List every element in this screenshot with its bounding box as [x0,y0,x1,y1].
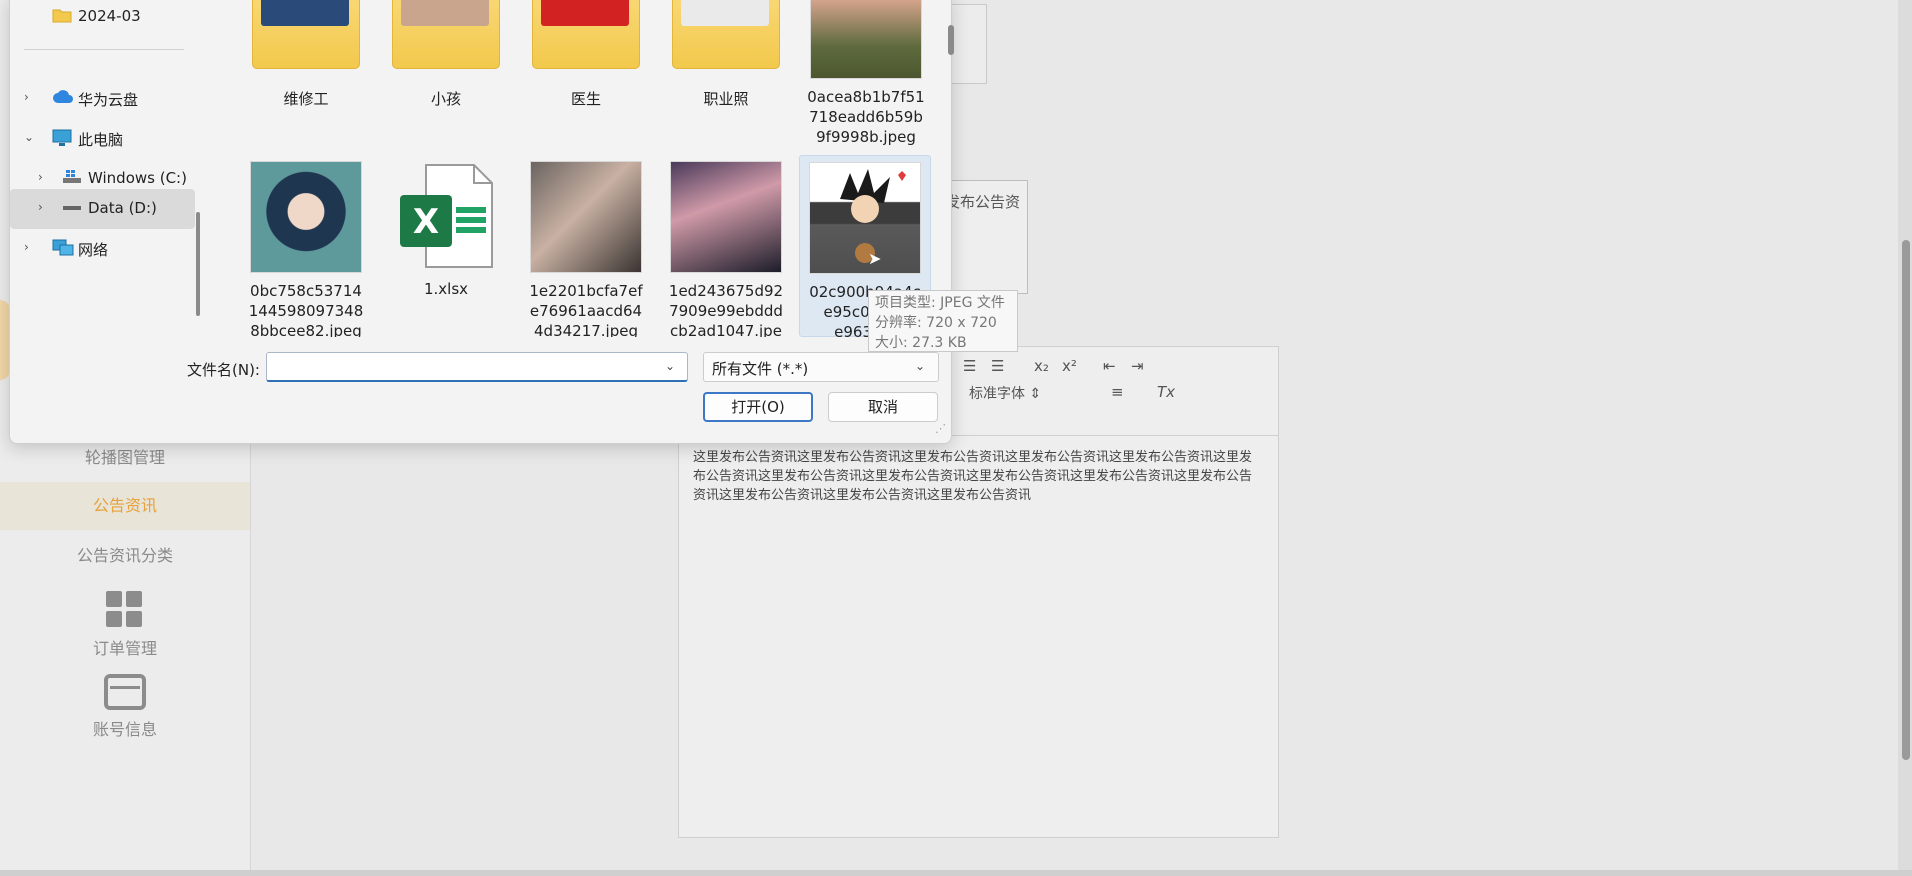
excel-file-item[interactable]: X 1.xlsx [381,161,511,299]
outdent-icon[interactable]: ⇤ [1103,357,1116,375]
filename-label: 文件名(N): [187,361,260,379]
file-info-tooltip: 项目类型: JPEG 文件 分辨率: 720 x 720 大小: 27.3 KB [868,290,1018,352]
file-name: 0bc758c537141445980973488bbcee82.jpeg [248,282,364,337]
mouse-cursor-icon: ➤ [868,249,882,268]
folder-item[interactable]: 医生 [521,0,651,109]
page-scrollbar-thumb[interactable] [1902,240,1910,760]
nav-divider [24,49,184,50]
editor-content[interactable]: 这里发布公告资讯这里发布公告资讯这里发布公告资讯这里发布公告资讯这里发布公告资讯… [679,436,1278,517]
tooltip-resolution: 分辨率: 720 x 720 [875,315,997,331]
file-type-filter-label: 所有文件 (*.*) [712,360,809,378]
cancel-button[interactable]: 取消 [828,392,938,422]
summary-text: 发布公告资 [945,193,1021,211]
resize-grip-icon[interactable]: ⋰ [935,422,946,435]
bottom-strip [0,870,1912,876]
card-icon [104,674,146,710]
sidebar-item-announcement-category[interactable]: 公告资讯分类 [0,542,250,570]
windows-drive-icon [62,169,82,187]
nav-item-huawei-cloud[interactable]: › 华为云盘 [10,79,195,119]
image-file-item[interactable]: 1ed243675d927909e99ebdddcb2ad1047.jpeg [661,161,791,337]
file-open-dialog: 2024-03 › 华为云盘 ⌄ 此电脑 › Windows (C:) › Da… [9,0,954,444]
bullet-list-icon[interactable]: ☰ [991,357,1004,375]
image-thumbnail [670,161,782,273]
filename-input[interactable] [266,352,688,382]
chevron-right-icon[interactable]: › [38,170,43,184]
nav-label: 华为云盘 [78,91,139,109]
chevron-right-icon[interactable]: › [24,240,29,254]
drive-icon [62,199,82,217]
navigation-pane: 2024-03 › 华为云盘 ⌄ 此电脑 › Windows (C:) › Da… [10,0,195,337]
sidebar-item-carousel[interactable]: 轮播图管理 [0,444,250,472]
file-name: 维修工 [283,90,329,108]
folder-icon [52,7,72,25]
sidebar-item-account[interactable]: 账号信息 [0,674,250,740]
subscript-icon[interactable]: x₂ [1034,357,1049,375]
image-thumbnail: ➤ [809,162,921,274]
chevron-down-icon[interactable]: ⌄ [915,359,925,373]
nav-label: 2024-03 [78,7,141,25]
file-name: 0acea8b1b7f51718eadd6b59b9f9998b.jpeg [807,88,925,146]
superscript-icon[interactable]: x² [1062,357,1077,375]
file-name: 1ed243675d927909e99ebdddcb2ad1047.jpeg [668,282,784,337]
nav-scrollbar-thumb[interactable] [196,212,200,316]
nav-label: Data (D:) [88,199,157,217]
font-select[interactable]: 标准字体 ⇕ [969,383,1041,403]
sidebar-item-orders-label: 订单管理 [92,639,157,658]
upload-thumbnail-box[interactable] [949,4,987,84]
chevron-right-icon[interactable]: › [24,90,29,104]
folder-icon [672,0,780,69]
folder-item[interactable]: 小孩 [381,0,511,109]
file-name: 小孩 [430,90,461,108]
ordered-list-icon[interactable]: ☰ [963,357,976,375]
grid-icon [106,591,144,629]
nav-item-2024-03[interactable]: 2024-03 [10,0,195,37]
open-button[interactable]: 打开(O) [703,392,813,422]
cloud-icon [52,89,73,107]
svg-text:X: X [413,202,439,242]
file-name: 职业照 [703,90,749,108]
image-file-item[interactable]: 1e2201bcfa7efe76961aacd644d34217.jpeg [521,161,651,337]
sidebar-item-orders[interactable]: 订单管理 [0,591,250,659]
image-file-item[interactable]: 0bc758c537141445980973488bbcee82.jpeg [241,161,371,337]
sidebar-item-account-label: 账号信息 [92,720,157,739]
nav-item-this-pc[interactable]: ⌄ 此电脑 [10,119,195,159]
image-thumbnail [530,161,642,273]
folder-item[interactable]: 职业照 [661,0,791,109]
nav-label: Windows (C:) [88,169,187,187]
nav-item-network[interactable]: › 网络 [10,229,195,269]
image-file-item[interactable]: 0acea8b1b7f51718eadd6b59b9f9998b.jpeg [801,0,931,147]
clear-format-icon[interactable]: Tx [1157,383,1175,401]
folder-item[interactable]: 维修工 [241,0,371,109]
summary-textarea[interactable]: 发布公告资 [944,180,1028,294]
tooltip-type: 项目类型: JPEG 文件 [875,295,1005,311]
sidebar-item-announcements[interactable]: 公告资讯 [0,482,250,530]
files-pane: 维修工 小孩 医生 职业照 0acea8b1b7f51718eadd6b59b9… [207,0,942,337]
font-select-label: 标准字体 [969,386,1025,402]
file-name: 医生 [570,90,601,108]
network-icon [52,239,74,257]
align-icon[interactable]: ≡ [1111,383,1124,401]
page-scrollbar[interactable] [1898,0,1912,876]
excel-icon: X [396,161,496,271]
files-scrollbar-thumb[interactable] [948,25,954,55]
chevron-right-icon[interactable]: › [38,200,43,214]
file-name: 1e2201bcfa7efe76961aacd644d34217.jpeg [529,282,643,337]
folder-icon [392,0,500,69]
folder-icon [532,0,640,69]
nav-label: 网络 [78,241,109,259]
image-thumbnail [810,0,922,79]
tooltip-size: 大小: 27.3 KB [875,335,967,351]
chevron-down-icon[interactable]: ⌄ [665,359,675,373]
nav-label: 此电脑 [78,131,124,149]
image-thumbnail [250,161,362,273]
computer-icon [52,129,72,147]
folder-icon [252,0,360,69]
file-name: 1.xlsx [423,280,469,298]
file-type-filter[interactable]: 所有文件 (*.*) [703,352,939,382]
indent-icon[interactable]: ⇥ [1131,357,1144,375]
chevron-down-icon[interactable]: ⌄ [24,130,34,144]
nav-item-data-d[interactable]: › Data (D:) [10,189,195,229]
